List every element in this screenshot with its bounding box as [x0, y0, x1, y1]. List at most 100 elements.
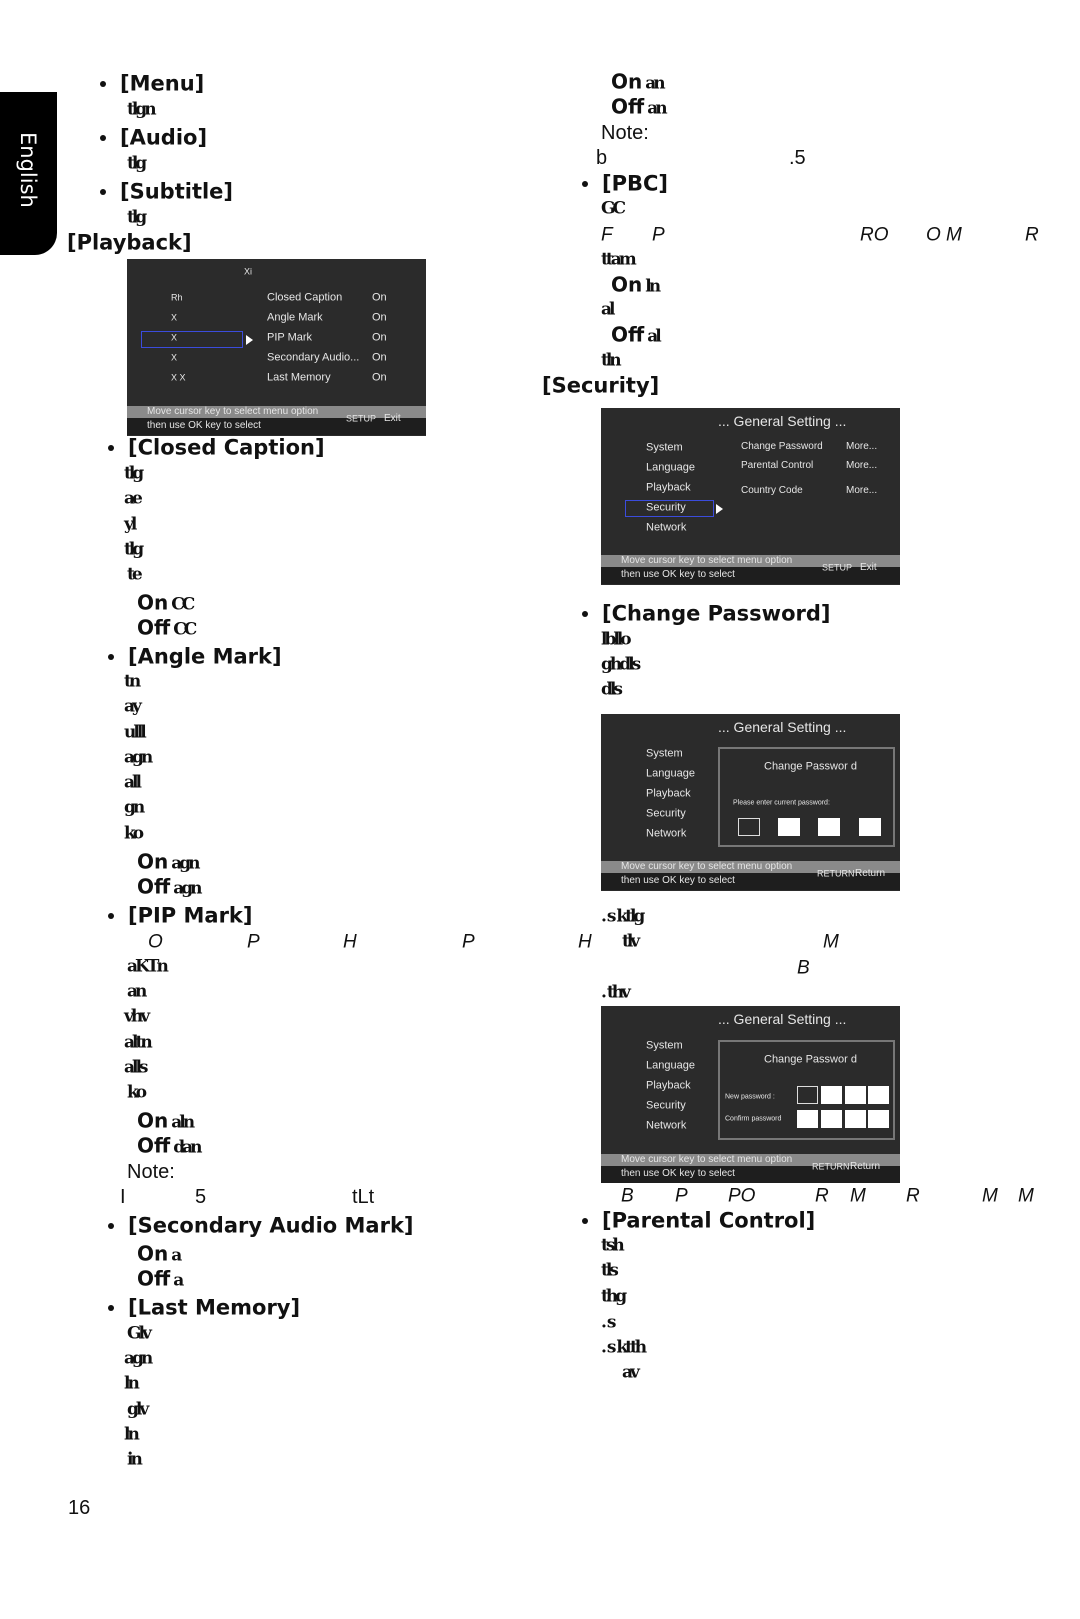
body-text: glv [127, 1399, 149, 1420]
menu-item[interactable]: Language [646, 768, 695, 780]
language-tab: English [0, 92, 57, 255]
body-text: thg [601, 1286, 627, 1307]
text-fragment: H [343, 931, 357, 953]
new-password-digit-box[interactable] [868, 1086, 889, 1104]
body-text: ghdls [601, 654, 641, 675]
option-description: a [173, 1270, 184, 1291]
text-fragment: M [823, 931, 839, 953]
section-heading: [Security] [542, 373, 660, 398]
bullet-icon [582, 611, 588, 617]
body-text: . s ktth [601, 1337, 647, 1358]
screen-title: ... General Setting ... [718, 413, 847, 429]
option-label[interactable]: PIP Mark [267, 332, 312, 344]
option-label[interactable]: Secondary Audio... [267, 352, 359, 364]
bullet-icon [100, 135, 106, 141]
menu-item[interactable]: Network [646, 828, 686, 840]
option-label[interactable]: Last Memory [267, 372, 331, 384]
footer-action: Return [850, 1161, 881, 1172]
option-line: Off agn [137, 877, 202, 899]
text-fragment: P [652, 224, 665, 246]
body-text: tlg [124, 463, 144, 484]
text-fragment: RO [860, 224, 889, 246]
option-name: On [137, 1241, 169, 1266]
body-text: tlg [127, 153, 147, 174]
menu-item[interactable]: Language [646, 462, 695, 474]
menu-item[interactable]: X X [171, 373, 186, 383]
section-heading: [Last Memory] [128, 1295, 301, 1320]
menu-item[interactable]: X [171, 353, 177, 363]
option-line: Off a [137, 1269, 184, 1291]
menu-item[interactable]: Security [646, 808, 686, 820]
option-value: More... [846, 441, 878, 452]
body-text: tlg [127, 207, 147, 228]
option-label[interactable]: Parental Control [741, 461, 813, 471]
body-text: ln [124, 1373, 140, 1394]
password-digit-box[interactable] [738, 818, 760, 836]
option-name: Off [137, 615, 171, 640]
text-fragment: F [601, 224, 613, 246]
dialog-title: Change Passwor d [764, 760, 857, 773]
body-text: alls [124, 1057, 148, 1078]
option-value: On [372, 371, 387, 384]
option-description: ln [645, 276, 661, 297]
option-name: On [611, 272, 643, 297]
menu-item[interactable]: Security [646, 1100, 686, 1112]
footer-hint: Move cursor key to select menu option [621, 861, 793, 872]
confirm-password-digit-box[interactable] [868, 1110, 889, 1128]
menu-item[interactable]: Playback [646, 482, 691, 494]
section-heading: [Playback] [67, 230, 192, 255]
new-password-digit-box[interactable] [821, 1086, 842, 1104]
section-heading: [Angle Mark] [128, 644, 282, 669]
body-text: gn [124, 797, 145, 818]
option-description: agn [173, 878, 202, 899]
password-prompt: Please enter current password: [733, 799, 830, 807]
new-password-digit-box[interactable] [797, 1086, 818, 1104]
password-digit-box[interactable] [778, 818, 800, 836]
option-name: On [137, 849, 169, 874]
option-line: Off al [611, 325, 662, 346]
option-line: On agn [137, 849, 201, 874]
screen-title: ... General Setting ... [718, 1011, 847, 1027]
confirm-password-digit-box[interactable] [797, 1110, 818, 1128]
text-fragment: B [797, 957, 810, 979]
option-label[interactable]: Closed Caption [267, 292, 342, 304]
new-password-digit-box[interactable] [845, 1086, 866, 1104]
menu-item[interactable]: System [646, 748, 683, 760]
section-heading: [Subtitle] [120, 179, 234, 204]
body-text: in [127, 1449, 143, 1470]
menu-item[interactable]: Language [646, 1060, 695, 1072]
bullet-icon [108, 913, 114, 919]
menu-item[interactable]: Playback [646, 1080, 691, 1092]
text-fragment: M [982, 1185, 998, 1207]
option-label[interactable]: Change Password [741, 442, 823, 452]
option-description: agn [171, 853, 200, 874]
body-text: av [622, 1362, 640, 1383]
password-digit-box[interactable] [859, 818, 881, 836]
body-text: ulll [124, 722, 147, 743]
bullet-icon [100, 81, 106, 87]
text-fragment: tLt [352, 1186, 375, 1208]
confirm-password-digit-box[interactable] [821, 1110, 842, 1128]
menu-item[interactable]: Playback [646, 788, 691, 800]
menu-item[interactable]: System [646, 1040, 683, 1052]
option-label[interactable]: Angle Mark [267, 312, 323, 324]
bullet-icon [582, 1218, 588, 1224]
menu-item[interactable]: Network [646, 522, 686, 534]
text-fragment: O M [926, 224, 962, 246]
text-fragment: b [596, 147, 608, 169]
menu-item[interactable]: X [171, 313, 177, 323]
option-description: aln [171, 1112, 195, 1133]
option-label[interactable]: Country Code [741, 486, 803, 496]
confirm-password-digit-box[interactable] [845, 1110, 866, 1128]
bullet-icon [108, 1223, 114, 1229]
new-password-screen: ... General Setting ... System Language Pla… [601, 1006, 900, 1183]
option-description: a [171, 1245, 182, 1266]
menu-item[interactable]: Network [646, 1120, 686, 1132]
page-number: 16 [68, 1497, 91, 1519]
menu-item[interactable]: System [646, 442, 683, 454]
footer-key: RETURN [817, 868, 855, 879]
menu-item[interactable]: Rh [171, 293, 183, 303]
password-digit-box[interactable] [818, 818, 840, 836]
body-text: an [127, 981, 147, 1002]
footer-hint: Move cursor key to select menu option [147, 406, 319, 417]
